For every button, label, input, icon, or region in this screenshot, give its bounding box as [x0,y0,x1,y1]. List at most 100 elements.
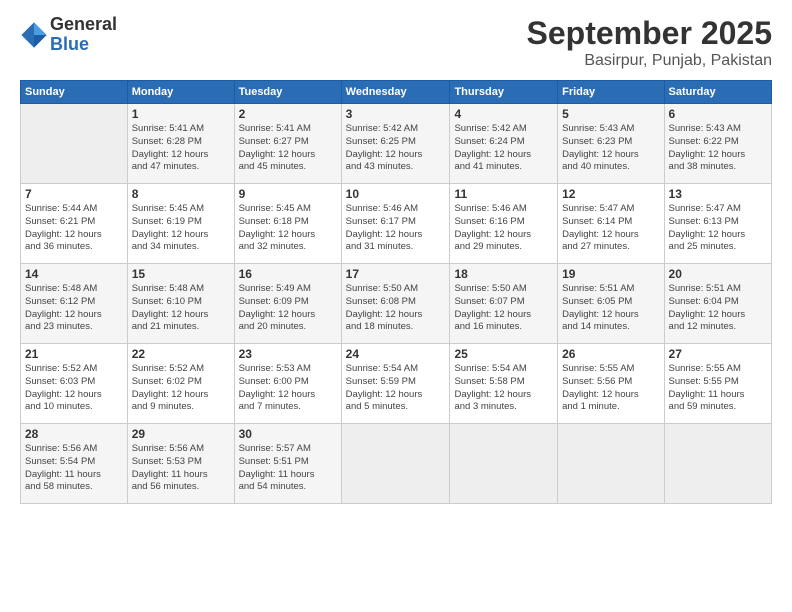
day-number: 12 [562,187,659,201]
calendar-week-1: 1Sunrise: 5:41 AM Sunset: 6:28 PM Daylig… [21,104,772,184]
day-number: 3 [346,107,446,121]
day-number: 14 [25,267,123,281]
day-number: 24 [346,347,446,361]
day-info: Sunrise: 5:46 AM Sunset: 6:17 PM Dayligh… [346,203,446,254]
day-number: 22 [132,347,230,361]
calendar-week-3: 14 Sunrise: 5:48 AM Sunset: 6:12 PM Dayli… [21,264,772,344]
day-info: Sunrise: 5:56 AM Sunset: 5:54 PM Dayligh… [25,443,123,494]
header-monday: Monday [127,81,234,104]
calendar-cell: 6 Sunrise: 5:43 AM Sunset: 6:22 PM Daylig… [664,104,771,184]
calendar-subtitle: Basirpur, Punjab, Pakistan [527,52,772,70]
calendar-cell: 9 Sunrise: 5:45 AM Sunset: 6:18 PM Daylig… [234,184,341,264]
day-info: Sunrise: 5:46 AM Sunset: 6:16 PM Dayligh… [454,203,553,254]
day-number: 10 [346,187,446,201]
day-info: Sunrise: 5:48 AM Sunset: 6:10 PM Dayligh… [132,283,230,334]
calendar-cell: 8 Sunrise: 5:45 AM Sunset: 6:19 PM Daylig… [127,184,234,264]
day-info: Sunrise: 5:50 AM Sunset: 6:07 PM Dayligh… [454,283,553,334]
calendar-cell: 21Sunrise: 5:52 AM Sunset: 6:03 PM Dayli… [21,344,128,424]
day-info: Sunrise: 5:52 AM Sunset: 6:03 PM Dayligh… [25,363,123,414]
calendar-week-5: 28 Sunrise: 5:56 AM Sunset: 5:54 PM Dayli… [21,424,772,504]
day-number: 18 [454,267,553,281]
header: General Blue September 2025 Basirpur, Pu… [20,15,772,70]
logo-icon [20,21,48,49]
day-number: 2 [239,107,337,121]
calendar-cell: 11 Sunrise: 5:46 AM Sunset: 6:16 PM Dayli… [450,184,558,264]
calendar-week-2: 7Sunrise: 5:44 AM Sunset: 6:21 PM Daylig… [21,184,772,264]
day-info: Sunrise: 5:55 AM Sunset: 5:56 PM Dayligh… [562,363,659,414]
day-info: Sunrise: 5:45 AM Sunset: 6:18 PM Dayligh… [239,203,337,254]
day-number: 11 [454,187,553,201]
logo-general-text: General [50,15,117,35]
day-info: Sunrise: 5:43 AM Sunset: 6:23 PM Dayligh… [562,123,659,174]
calendar-cell [21,104,128,184]
calendar-cell: 26 Sunrise: 5:55 AM Sunset: 5:56 PM Dayli… [558,344,664,424]
calendar-cell: 17 Sunrise: 5:50 AM Sunset: 6:08 PM Dayli… [341,264,450,344]
day-info: Sunrise: 5:48 AM Sunset: 6:12 PM Dayligh… [25,283,123,334]
calendar-cell: 30Sunrise: 5:57 AM Sunset: 5:51 PM Dayli… [234,424,341,504]
calendar-cell [341,424,450,504]
calendar-cell: 10 Sunrise: 5:46 AM Sunset: 6:17 PM Dayli… [341,184,450,264]
day-number: 26 [562,347,659,361]
day-number: 17 [346,267,446,281]
calendar-header: Sunday Monday Tuesday Wednesday Thursday… [21,81,772,104]
day-number: 27 [669,347,767,361]
header-row: Sunday Monday Tuesday Wednesday Thursday… [21,81,772,104]
logo-blue-text: Blue [50,35,117,55]
calendar-cell: 5 Sunrise: 5:43 AM Sunset: 6:23 PM Daylig… [558,104,664,184]
header-thursday: Thursday [450,81,558,104]
calendar-cell: 1Sunrise: 5:41 AM Sunset: 6:28 PM Daylig… [127,104,234,184]
day-info: Sunrise: 5:45 AM Sunset: 6:19 PM Dayligh… [132,203,230,254]
logo: General Blue [20,15,117,55]
header-wednesday: Wednesday [341,81,450,104]
calendar-cell: 15 Sunrise: 5:48 AM Sunset: 6:10 PM Dayli… [127,264,234,344]
header-saturday: Saturday [664,81,771,104]
header-tuesday: Tuesday [234,81,341,104]
calendar-cell [664,424,771,504]
calendar-cell: 19Sunrise: 5:51 AM Sunset: 6:05 PM Dayli… [558,264,664,344]
calendar-cell: 23Sunrise: 5:53 AM Sunset: 6:00 PM Dayli… [234,344,341,424]
day-number: 4 [454,107,553,121]
calendar-table: Sunday Monday Tuesday Wednesday Thursday… [20,80,772,504]
day-info: Sunrise: 5:41 AM Sunset: 6:28 PM Dayligh… [132,123,230,174]
day-number: 8 [132,187,230,201]
calendar-cell: 2Sunrise: 5:41 AM Sunset: 6:27 PM Daylig… [234,104,341,184]
day-info: Sunrise: 5:56 AM Sunset: 5:53 PM Dayligh… [132,443,230,494]
day-number: 6 [669,107,767,121]
day-number: 5 [562,107,659,121]
day-info: Sunrise: 5:51 AM Sunset: 6:05 PM Dayligh… [562,283,659,334]
day-info: Sunrise: 5:47 AM Sunset: 6:14 PM Dayligh… [562,203,659,254]
day-info: Sunrise: 5:50 AM Sunset: 6:08 PM Dayligh… [346,283,446,334]
calendar-week-4: 21Sunrise: 5:52 AM Sunset: 6:03 PM Dayli… [21,344,772,424]
day-number: 28 [25,427,123,441]
day-number: 16 [239,267,337,281]
day-number: 13 [669,187,767,201]
day-info: Sunrise: 5:49 AM Sunset: 6:09 PM Dayligh… [239,283,337,334]
calendar-cell [558,424,664,504]
header-friday: Friday [558,81,664,104]
day-number: 29 [132,427,230,441]
calendar-cell: 20 Sunrise: 5:51 AM Sunset: 6:04 PM Dayli… [664,264,771,344]
calendar-cell: 18 Sunrise: 5:50 AM Sunset: 6:07 PM Dayli… [450,264,558,344]
day-info: Sunrise: 5:44 AM Sunset: 6:21 PM Dayligh… [25,203,123,254]
day-number: 9 [239,187,337,201]
logo-text: General Blue [50,15,117,55]
calendar-cell: 29 Sunrise: 5:56 AM Sunset: 5:53 PM Dayli… [127,424,234,504]
day-info: Sunrise: 5:54 AM Sunset: 5:59 PM Dayligh… [346,363,446,414]
calendar-cell: 16 Sunrise: 5:49 AM Sunset: 6:09 PM Dayli… [234,264,341,344]
day-number: 25 [454,347,553,361]
day-info: Sunrise: 5:52 AM Sunset: 6:02 PM Dayligh… [132,363,230,414]
day-info: Sunrise: 5:51 AM Sunset: 6:04 PM Dayligh… [669,283,767,334]
calendar-cell: 25Sunrise: 5:54 AM Sunset: 5:58 PM Dayli… [450,344,558,424]
header-sunday: Sunday [21,81,128,104]
calendar-cell: 24 Sunrise: 5:54 AM Sunset: 5:59 PM Dayli… [341,344,450,424]
calendar-cell: 14 Sunrise: 5:48 AM Sunset: 6:12 PM Dayli… [21,264,128,344]
day-info: Sunrise: 5:53 AM Sunset: 6:00 PM Dayligh… [239,363,337,414]
title-area: September 2025 Basirpur, Punjab, Pakista… [527,15,772,70]
day-info: Sunrise: 5:42 AM Sunset: 6:25 PM Dayligh… [346,123,446,174]
calendar-cell: 3 Sunrise: 5:42 AM Sunset: 6:25 PM Daylig… [341,104,450,184]
day-info: Sunrise: 5:43 AM Sunset: 6:22 PM Dayligh… [669,123,767,174]
calendar-cell: 28 Sunrise: 5:56 AM Sunset: 5:54 PM Dayli… [21,424,128,504]
day-number: 20 [669,267,767,281]
day-info: Sunrise: 5:42 AM Sunset: 6:24 PM Dayligh… [454,123,553,174]
day-number: 15 [132,267,230,281]
